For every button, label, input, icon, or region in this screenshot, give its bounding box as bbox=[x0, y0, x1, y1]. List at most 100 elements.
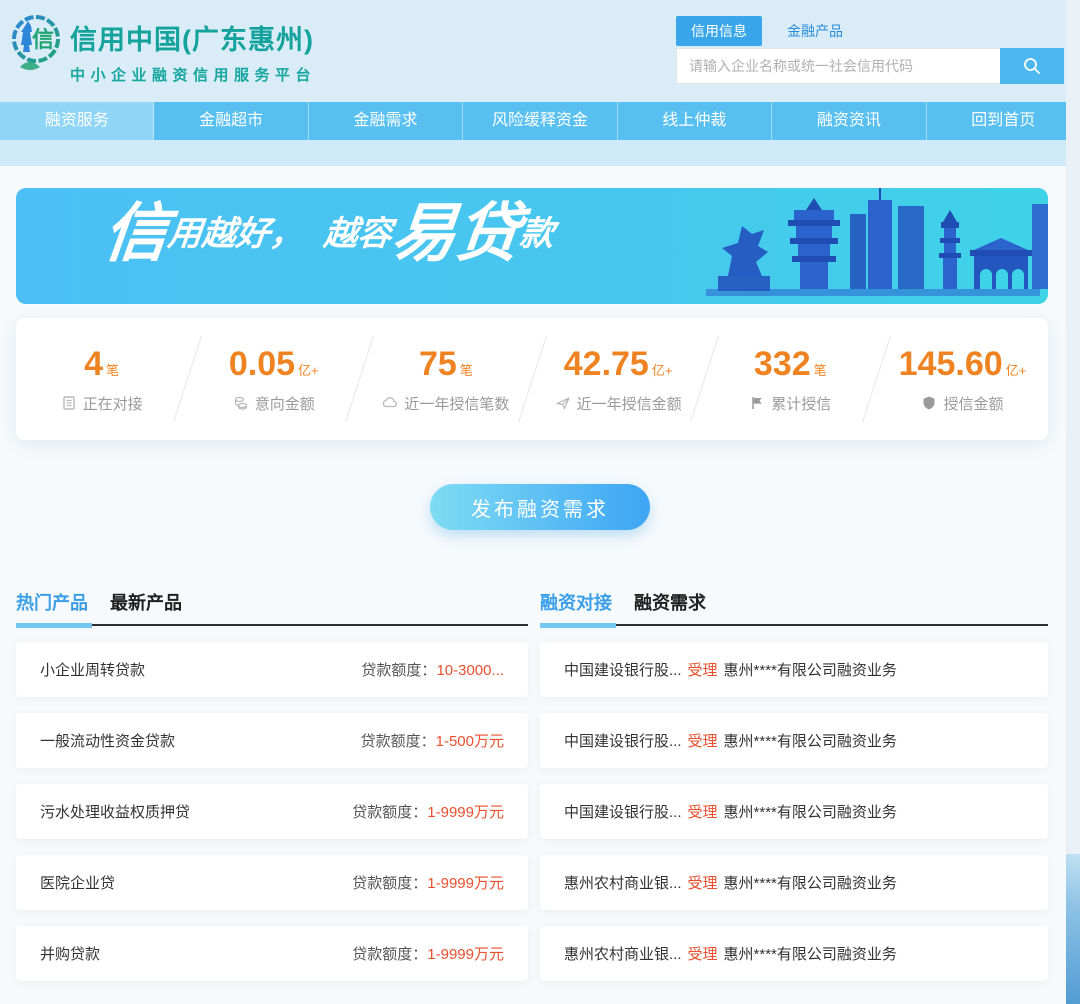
paper-plane-icon bbox=[555, 395, 571, 411]
product-name: 一般流动性资金贷款 bbox=[40, 730, 175, 751]
publish-financing-demand-button[interactable]: 发布融资需求 bbox=[430, 484, 650, 530]
search-tabs: 信用信息 金融产品 bbox=[676, 16, 1064, 46]
nav-sub-strip bbox=[0, 140, 1080, 166]
stat-credit-amount: 145.60亿+ 授信金额 bbox=[877, 345, 1048, 414]
stat-in-progress: 4笔 正在对接 bbox=[16, 345, 187, 414]
stat-label: 近一年授信金额 bbox=[577, 393, 682, 414]
amount-label: 贷款额度： bbox=[352, 875, 427, 892]
banner-slogan: 信 用越好， 越容 易贷 款 bbox=[101, 204, 557, 263]
search-tab-credit-info[interactable]: 信用信息 bbox=[676, 16, 762, 46]
product-row[interactable]: 一般流动性资金贷款 贷款额度：1-500万元 bbox=[16, 713, 528, 768]
tab-hot-products[interactable]: 热门产品 bbox=[16, 589, 88, 615]
match-detail: 惠州****有限公司融资业务 bbox=[724, 872, 897, 893]
stat-intended-amount: 0.05亿+ 意向金额 bbox=[188, 345, 359, 414]
bank-name: 中国建设银行股... bbox=[564, 730, 682, 751]
bank-name: 惠州农村商业银... bbox=[564, 872, 682, 893]
match-detail: 惠州****有限公司融资业务 bbox=[724, 659, 897, 680]
nav-item-online-arbitration[interactable]: 线上仲裁 bbox=[618, 102, 772, 140]
product-name: 并购贷款 bbox=[40, 943, 100, 964]
stat-unit: 笔 bbox=[814, 363, 827, 378]
amount-value: 1-9999万元 bbox=[427, 946, 504, 963]
stat-value: 145.60 bbox=[899, 345, 1003, 383]
tab-financing-demand[interactable]: 融资需求 bbox=[634, 589, 706, 615]
coins-icon bbox=[233, 395, 249, 411]
stat-value: 0.05 bbox=[229, 345, 295, 383]
match-row[interactable]: 惠州农村商业银... 受理 惠州****有限公司融资业务 bbox=[540, 926, 1048, 981]
matches-list: 中国建设银行股... 受理 惠州****有限公司融资业务 中国建设银行股... … bbox=[540, 642, 1048, 981]
stat-year-credit-amount: 42.75亿+ 近一年授信金额 bbox=[533, 345, 704, 414]
nav-item-financing-services[interactable]: 融资服务 bbox=[0, 102, 154, 140]
nav-item-risk-mitigation-funds[interactable]: 风险缓释资金 bbox=[463, 102, 617, 140]
stat-unit: 亿+ bbox=[298, 363, 319, 378]
edge-decoration bbox=[1066, 854, 1080, 1004]
products-section: 热门产品 最新产品 小企业周转贷款 贷款额度：10-3000... 一般流动性资… bbox=[16, 588, 528, 997]
document-icon bbox=[61, 395, 77, 411]
active-tab-underline bbox=[16, 623, 92, 628]
main-nav: 融资服务 金融超市 金融需求 风险缓释资金 线上仲裁 融资资讯 回到首页 bbox=[0, 102, 1080, 140]
hero-banner[interactable]: 信 用越好， 越容 易贷 款 bbox=[16, 188, 1048, 304]
stat-label: 近一年授信笔数 bbox=[404, 393, 509, 414]
product-name: 污水处理收益权质押贷 bbox=[40, 801, 190, 822]
action-status: 受理 bbox=[688, 872, 718, 893]
svg-text:信: 信 bbox=[32, 27, 54, 52]
nav-item-financial-demand[interactable]: 金融需求 bbox=[309, 102, 463, 140]
match-row[interactable]: 中国建设银行股... 受理 惠州****有限公司融资业务 bbox=[540, 642, 1048, 697]
active-tab-underline bbox=[540, 623, 616, 628]
search-input[interactable] bbox=[676, 48, 1000, 84]
header: 信 信用中国(广东惠州) 中小企业融资信用服务平台 信用信息 金融产品 bbox=[0, 0, 1080, 102]
slogan-part: 越容 bbox=[321, 206, 395, 263]
products-list: 小企业周转贷款 贷款额度：10-3000... 一般流动性资金贷款 贷款额度：1… bbox=[16, 642, 528, 981]
tab-new-products[interactable]: 最新产品 bbox=[110, 589, 182, 615]
cloud-sync-icon bbox=[382, 395, 398, 411]
product-row[interactable]: 并购贷款 贷款额度：1-9999万元 bbox=[16, 926, 528, 981]
stat-year-credit-count: 75笔 近一年授信笔数 bbox=[360, 345, 531, 414]
matches-tabs: 融资对接 融资需求 bbox=[540, 588, 1048, 626]
match-row[interactable]: 惠州农村商业银... 受理 惠州****有限公司融资业务 bbox=[540, 855, 1048, 910]
stat-value: 332 bbox=[754, 345, 811, 383]
amount-label: 贷款额度： bbox=[361, 662, 436, 679]
slogan-part: 信 bbox=[101, 204, 171, 263]
shield-icon bbox=[921, 395, 937, 411]
nav-item-financing-news[interactable]: 融资资讯 bbox=[772, 102, 926, 140]
product-name: 医院企业贷 bbox=[40, 872, 115, 893]
action-status: 受理 bbox=[688, 801, 718, 822]
match-row[interactable]: 中国建设银行股... 受理 惠州****有限公司融资业务 bbox=[540, 713, 1048, 768]
stat-value: 4 bbox=[84, 345, 103, 383]
product-name: 小企业周转贷款 bbox=[40, 659, 145, 680]
bank-name: 中国建设银行股... bbox=[564, 659, 682, 680]
stat-unit: 笔 bbox=[106, 363, 119, 378]
amount-label: 贷款额度： bbox=[361, 733, 436, 750]
city-skyline-illustration bbox=[698, 188, 1048, 304]
stat-total-credit: 332笔 累计授信 bbox=[705, 345, 876, 414]
match-row[interactable]: 中国建设银行股... 受理 惠州****有限公司融资业务 bbox=[540, 784, 1048, 839]
tab-financing-match[interactable]: 融资对接 bbox=[540, 589, 612, 615]
stat-value: 42.75 bbox=[564, 345, 649, 383]
action-status: 受理 bbox=[688, 730, 718, 751]
nav-item-back-home[interactable]: 回到首页 bbox=[927, 102, 1080, 140]
site-logo: 信 信用中国(广东惠州) 中小企业融资信用服务平台 bbox=[10, 12, 316, 85]
slogan-part: 易贷 bbox=[389, 204, 523, 263]
products-tabs: 热门产品 最新产品 bbox=[16, 588, 528, 626]
search-icon bbox=[1022, 56, 1042, 76]
amount-value: 1-500万元 bbox=[436, 733, 504, 750]
stat-label: 累计授信 bbox=[771, 393, 831, 414]
match-detail: 惠州****有限公司融资业务 bbox=[724, 730, 897, 751]
search-button[interactable] bbox=[1000, 48, 1064, 84]
stat-unit: 笔 bbox=[460, 363, 473, 378]
stat-label: 意向金额 bbox=[255, 393, 315, 414]
seal-logo-icon: 信 bbox=[10, 12, 62, 78]
nav-item-financial-supermarket[interactable]: 金融超市 bbox=[154, 102, 308, 140]
action-status: 受理 bbox=[688, 943, 718, 964]
amount-value: 1-9999万元 bbox=[427, 804, 504, 821]
amount-label: 贷款额度： bbox=[352, 804, 427, 821]
product-row[interactable]: 医院企业贷 贷款额度：1-9999万元 bbox=[16, 855, 528, 910]
amount-label: 贷款额度： bbox=[352, 946, 427, 963]
product-row[interactable]: 污水处理收益权质押贷 贷款额度：1-9999万元 bbox=[16, 784, 528, 839]
match-detail: 惠州****有限公司融资业务 bbox=[724, 801, 897, 822]
site-title: 信用中国(广东惠州) bbox=[70, 18, 316, 57]
stat-label: 正在对接 bbox=[83, 393, 143, 414]
amount-value: 10-3000... bbox=[436, 662, 504, 679]
product-row[interactable]: 小企业周转贷款 贷款额度：10-3000... bbox=[16, 642, 528, 697]
matches-section: 融资对接 融资需求 中国建设银行股... 受理 惠州****有限公司融资业务 中… bbox=[540, 588, 1048, 997]
search-tab-financial-products[interactable]: 金融产品 bbox=[772, 16, 858, 46]
